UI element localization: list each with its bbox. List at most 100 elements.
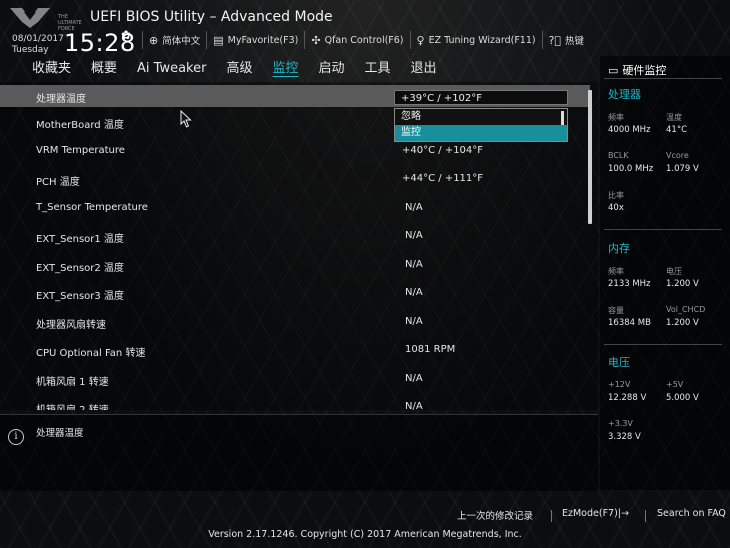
- monitor-dropdown[interactable]: 忽略 监控: [394, 108, 568, 142]
- v12-value: 12.288 V: [608, 393, 647, 403]
- info-icon: i: [8, 429, 24, 445]
- item-label: 机箱风扇 2 转速: [36, 401, 109, 410]
- item-value: N/A: [405, 259, 423, 270]
- tuf-logo: THE ULTIMATE FORCE: [8, 6, 82, 32]
- mouse-cursor-icon: [180, 109, 192, 132]
- item-value: N/A: [405, 202, 423, 213]
- vcore-value: 1.079 V: [666, 164, 699, 174]
- dropdown-option-monitor[interactable]: 监控: [395, 125, 567, 141]
- divider: [604, 229, 722, 230]
- help-panel: i 处理器温度: [0, 414, 598, 491]
- language-button[interactable]: ⊕ 简体中文: [142, 31, 208, 49]
- footer-links: 上一次的修改记录 EzMode(F7)|→ Search on FAQ: [0, 508, 730, 524]
- list-item[interactable]: T_Sensor Temperature N/A: [0, 195, 590, 223]
- divider: [551, 510, 552, 522]
- divider: [604, 344, 722, 345]
- hardware-monitor-title: ▭ 硬件监控: [608, 63, 667, 78]
- ez-tuning-wizard-button[interactable]: ♀ EZ Tuning Wizard(F11): [411, 31, 543, 49]
- hotkey-button[interactable]: ?⃞ 热键: [543, 31, 590, 49]
- list-item[interactable]: EXT_Sensor1 温度 N/A: [0, 223, 590, 251]
- list-item[interactable]: PCH 温度 +44°C / +111°F: [0, 166, 590, 194]
- tab-tool[interactable]: 工具: [355, 58, 401, 80]
- tab-favorites[interactable]: 收藏夹: [22, 58, 81, 80]
- item-label: PCH 温度: [36, 177, 80, 188]
- list-item[interactable]: VRM Temperature +40°C / +104°F: [0, 138, 590, 166]
- qfan-control-button[interactable]: ✣ Qfan Control(F6): [305, 31, 411, 49]
- mem-volt-label: 电压: [666, 267, 682, 276]
- date-display: 08/01/2017 Tuesday: [12, 34, 64, 56]
- bclk-value: 100.0 MHz: [608, 164, 654, 174]
- item-value: 1081 RPM: [405, 344, 456, 355]
- last-modified-button[interactable]: 上一次的修改记录: [457, 508, 533, 522]
- monitor-icon: ▭: [608, 63, 619, 77]
- tab-boot[interactable]: 启动: [309, 58, 355, 80]
- item-value: +44°C / +111°F: [402, 173, 484, 184]
- tab-advanced[interactable]: 高级: [216, 58, 262, 80]
- item-label: MotherBoard 温度: [36, 120, 124, 131]
- search-faq-button[interactable]: Search on FAQ: [657, 508, 726, 519]
- item-value: N/A: [405, 401, 423, 410]
- mem-cap-label: 容量: [608, 306, 624, 315]
- bclk-label: BCLK: [608, 151, 629, 160]
- fan-icon: ✣: [311, 33, 321, 47]
- cpu-temp-select[interactable]: +39°C / +102°F: [394, 90, 568, 105]
- voltage-section-title: 电压: [608, 356, 630, 369]
- list-item[interactable]: CPU Optional Fan 转速 1081 RPM: [0, 337, 590, 365]
- tab-monitor[interactable]: 监控: [262, 58, 308, 80]
- gear-icon[interactable]: ✿: [121, 28, 131, 42]
- cpu-freq-label: 频率: [608, 113, 624, 122]
- item-label: 处理器温度: [36, 94, 86, 105]
- divider: [604, 78, 722, 79]
- list-item[interactable]: 处理器风扇转速 N/A: [0, 309, 590, 337]
- item-value: N/A: [405, 373, 423, 384]
- dropdown-option-ignore[interactable]: 忽略: [395, 109, 567, 125]
- v12-label: +12V: [608, 380, 631, 389]
- cpu-temp-label: 温度: [666, 113, 682, 122]
- tab-main[interactable]: 概要: [81, 58, 127, 80]
- list-item[interactable]: EXT_Sensor2 温度 N/A: [0, 252, 590, 280]
- dropdown-scrollbar[interactable]: [561, 111, 564, 125]
- header: THE ULTIMATE FORCE UEFI BIOS Utility – A…: [0, 0, 730, 58]
- version-text: Version 2.17.1246. Copyright (C) 2017 Am…: [208, 529, 522, 540]
- main-menu: 收藏夹 概要 Ai Tweaker 高级 监控 启动 工具 退出: [22, 58, 447, 80]
- list-scrollbar[interactable]: [588, 90, 592, 224]
- ezmode-button[interactable]: EzMode(F7)|→: [562, 508, 629, 519]
- ratio-label: 比率: [608, 191, 624, 200]
- mem-cap-value: 16384 MB: [608, 318, 651, 328]
- item-value: N/A: [405, 316, 423, 327]
- list-item[interactable]: EXT_Sensor3 温度 N/A: [0, 280, 590, 308]
- list-item[interactable]: 机箱风扇 2 转速 N/A: [0, 394, 590, 410]
- item-label: 处理器风扇转速: [36, 320, 106, 331]
- v5-value: 5.000 V: [666, 393, 699, 403]
- tab-ai-tweaker[interactable]: Ai Tweaker: [127, 58, 216, 80]
- cpu-section-title: 处理器: [608, 88, 641, 101]
- list-item[interactable]: 机箱风扇 1 转速 N/A: [0, 366, 590, 394]
- lightbulb-icon: ♀: [416, 33, 425, 47]
- page-title: UEFI BIOS Utility – Advanced Mode: [90, 9, 333, 25]
- cpu-freq-value: 4000 MHz: [608, 125, 651, 135]
- vol-chcd-label: Vol_CHCD: [666, 305, 706, 314]
- help-text: 处理器温度: [36, 428, 84, 439]
- day-text: Tuesday: [12, 45, 49, 55]
- list-item[interactable]: 处理器温度 +39°C / +102°F: [0, 85, 590, 107]
- item-value: N/A: [405, 230, 423, 241]
- favorite-icon: ▤: [213, 33, 224, 47]
- cpu-temp-value: 41°C: [666, 125, 688, 135]
- hardware-monitor-panel: ▭ 硬件监控 处理器 频率 温度 4000 MHz 41°C BCLK Vcor…: [600, 56, 730, 490]
- divider: [645, 510, 646, 522]
- globe-icon: ⊕: [149, 33, 159, 47]
- item-value: N/A: [405, 287, 423, 298]
- item-value: +40°C / +104°F: [402, 145, 484, 156]
- mem-freq-value: 2133 MHz: [608, 279, 651, 289]
- item-label: VRM Temperature: [36, 145, 125, 156]
- item-label: EXT_Sensor3 温度: [36, 291, 124, 302]
- menu-bar: 收藏夹 概要 Ai Tweaker 高级 监控 启动 工具 退出: [0, 58, 598, 80]
- mem-volt-value: 1.200 V: [666, 279, 699, 289]
- v33-label: +3.3V: [608, 419, 633, 428]
- hotkey-icon: ?⃞: [548, 33, 562, 47]
- myfavorite-button[interactable]: ▤ MyFavorite(F3): [207, 31, 306, 49]
- ratio-value: 40x: [608, 203, 624, 213]
- tab-exit[interactable]: 退出: [401, 58, 447, 80]
- item-label: 机箱风扇 1 转速: [36, 377, 109, 388]
- v33-value: 3.328 V: [608, 432, 641, 442]
